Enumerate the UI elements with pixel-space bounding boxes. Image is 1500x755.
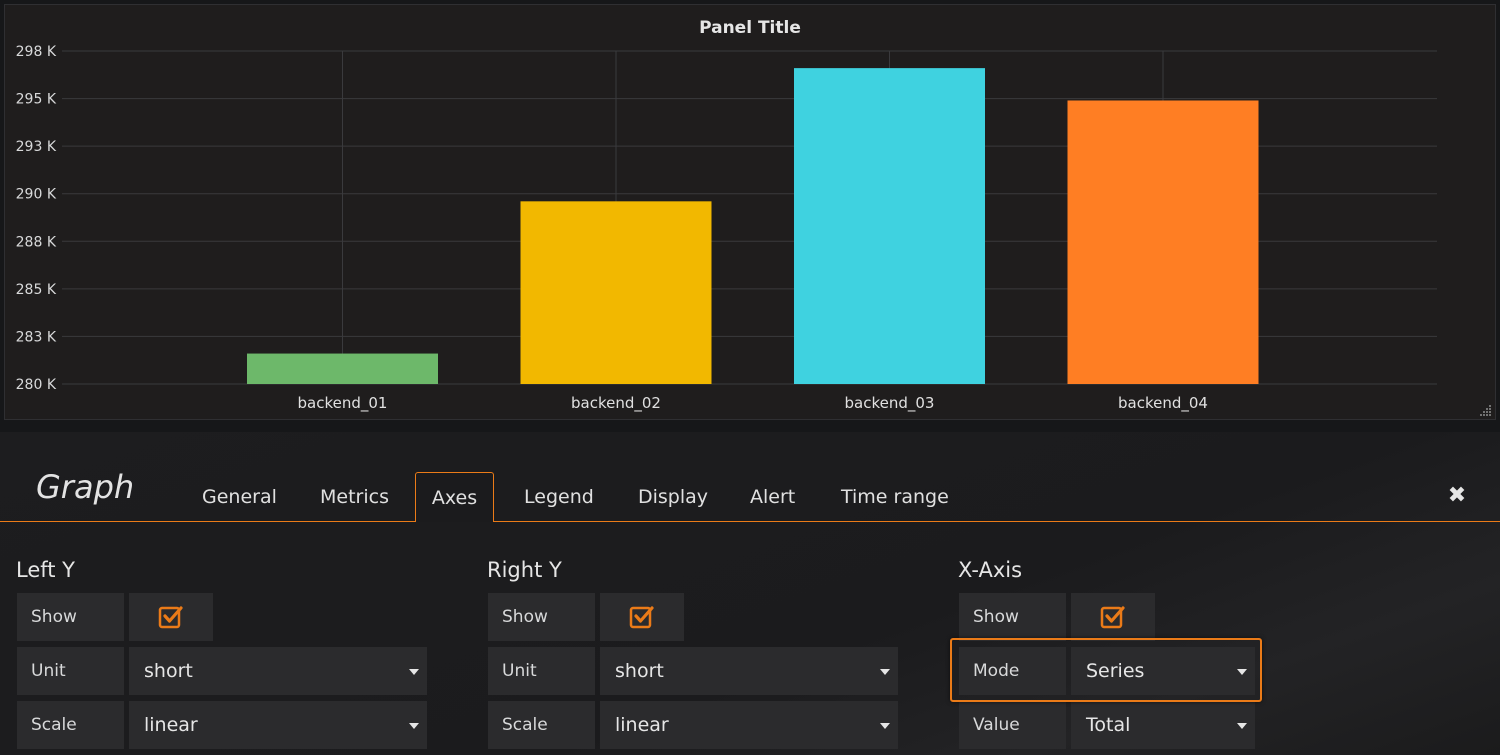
left-y-show-checkbox[interactable]: [129, 593, 213, 641]
y-tick-label: 283 K: [16, 329, 57, 345]
editor-title: Graph: [36, 468, 135, 506]
caret-down-icon: [880, 669, 890, 675]
left-y-unit-select[interactable]: short: [129, 647, 427, 695]
y-tick-label: 288 K: [16, 234, 57, 250]
x-tick-label: backend_01: [298, 394, 388, 413]
x-axis-show-label: Show: [959, 593, 1066, 641]
graph-panel: Panel Title 280 K 283 K 285 K 288 K 290 K 293…: [4, 4, 1496, 420]
right-y-scale-select[interactable]: linear: [600, 701, 898, 749]
y-tick-label: 293 K: [16, 139, 57, 155]
tab-display[interactable]: Display: [622, 472, 724, 521]
checkbox-checked-icon: [629, 606, 654, 629]
bar-backend_01: [247, 353, 438, 384]
bar-backend_04: [1067, 100, 1259, 384]
x-tick-label: backend_03: [845, 394, 935, 413]
tab-general[interactable]: General: [186, 472, 293, 521]
caret-down-icon: [880, 723, 890, 729]
tab-metrics[interactable]: Metrics: [304, 472, 405, 521]
tab-axes[interactable]: Axes: [415, 472, 494, 522]
left-y-title: Left Y: [16, 558, 76, 582]
x-axis-value-label: Value: [959, 701, 1066, 749]
right-y-title: Right Y: [487, 558, 562, 582]
left-y-scale-select[interactable]: linear: [129, 701, 427, 749]
caret-down-icon: [409, 723, 419, 729]
bar-chart: 280 K 283 K 285 K 288 K 290 K 293 K 295 K 298 K…: [16, 44, 1437, 413]
tab-time-range[interactable]: Time range: [825, 472, 965, 521]
caret-down-icon: [409, 669, 419, 675]
x-axis-title: X-Axis: [958, 558, 1023, 582]
caret-down-icon: [1237, 723, 1247, 729]
tab-active-gap: [416, 521, 493, 522]
y-tick-label: 280 K: [16, 377, 57, 393]
y-tick-label: 298 K: [16, 44, 57, 60]
right-y-scale-value: linear: [615, 714, 669, 736]
x-axis-value-value: Total: [1086, 714, 1131, 736]
right-y-unit-value: short: [615, 660, 664, 682]
checkbox-checked-icon: [1100, 606, 1125, 629]
resize-handle-icon[interactable]: [1480, 404, 1492, 416]
mode-highlight-box: [950, 638, 1262, 702]
right-y-unit-label: Unit: [488, 647, 595, 695]
x-axis-show-checkbox[interactable]: [1071, 593, 1155, 641]
checkbox-checked-icon: [158, 606, 183, 629]
left-y-scale-value: linear: [144, 714, 198, 736]
bar-backend_03: [794, 68, 985, 384]
tab-alert[interactable]: Alert: [734, 472, 811, 521]
tab-legend[interactable]: Legend: [508, 472, 610, 521]
x-tick-label: backend_04: [1118, 394, 1208, 413]
y-tick-label: 295 K: [16, 92, 57, 108]
bar-backend_02: [520, 201, 712, 384]
left-y-unit-label: Unit: [17, 647, 124, 695]
tab-underline: [0, 521, 1500, 522]
x-axis-value-select[interactable]: Total: [1071, 701, 1255, 749]
y-tick-label: 285 K: [16, 282, 57, 298]
right-y-unit-select[interactable]: short: [600, 647, 898, 695]
right-y-show-checkbox[interactable]: [600, 593, 684, 641]
left-y-unit-value: short: [144, 660, 193, 682]
left-y-show-label: Show: [17, 593, 124, 641]
left-y-scale-label: Scale: [17, 701, 124, 749]
x-tick-label: backend_02: [571, 394, 661, 413]
right-y-scale-label: Scale: [488, 701, 595, 749]
right-y-show-label: Show: [488, 593, 595, 641]
close-icon[interactable]: ✖: [1446, 484, 1468, 506]
y-tick-label: 290 K: [16, 187, 57, 203]
